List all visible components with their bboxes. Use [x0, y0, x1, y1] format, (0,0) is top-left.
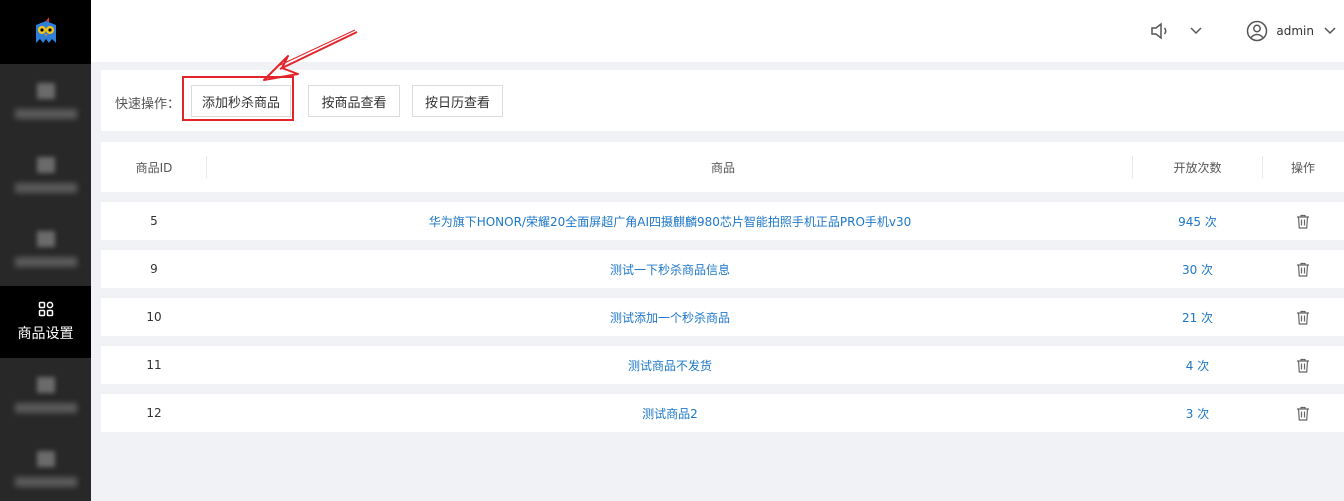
- cell-product-link[interactable]: 测试商品2: [207, 394, 1133, 432]
- trash-icon: [1297, 358, 1309, 373]
- cell-id: 9: [150, 262, 158, 276]
- sidebar: 商品设置: [0, 0, 91, 501]
- trash-icon: [1297, 406, 1309, 421]
- chevron-down-icon: [1324, 27, 1336, 35]
- blurred-label: [14, 109, 77, 119]
- blurred-label: [14, 183, 77, 193]
- blurred-icon: [36, 377, 55, 393]
- table-row: 12 测试商品2 3 次: [101, 394, 1344, 432]
- cell-id: 12: [146, 406, 162, 420]
- quick-actions-label: 快速操作：: [115, 97, 181, 112]
- blurred-label: [14, 403, 77, 413]
- cell-open-count-link[interactable]: 4 次: [1133, 346, 1262, 384]
- blurred-icon: [36, 231, 55, 247]
- trash-icon: [1297, 214, 1309, 229]
- column-header-open-count: 开放次数: [1173, 160, 1222, 175]
- sidebar-item-2[interactable]: [0, 138, 91, 212]
- delete-button[interactable]: [1262, 202, 1344, 240]
- view-by-product-button[interactable]: 按商品查看: [308, 85, 400, 117]
- trash-icon: [1297, 262, 1309, 277]
- table-row: 10 测试添加一个秒杀商品 21 次: [101, 298, 1344, 336]
- username: admin: [1276, 24, 1314, 38]
- grid-icon: [38, 301, 53, 317]
- app-logo[interactable]: [0, 0, 91, 64]
- blurred-icon: [36, 157, 55, 173]
- sidebar-item-3[interactable]: [0, 212, 91, 286]
- cell-open-count-link[interactable]: 945 次: [1133, 202, 1262, 240]
- chevron-down-icon: [1190, 27, 1202, 35]
- cell-open-count-link[interactable]: 30 次: [1133, 250, 1262, 288]
- blurred-label: [14, 477, 77, 487]
- table-row: 9 测试一下秒杀商品信息 30 次: [101, 250, 1344, 288]
- table-header: 商品ID 商品 开放次数 操作: [101, 142, 1344, 192]
- volume-menu[interactable]: [1150, 22, 1202, 40]
- table-row: 11 测试商品不发货 4 次: [101, 346, 1344, 384]
- volume-icon: [1151, 22, 1167, 40]
- blurred-label: [14, 257, 77, 267]
- column-header-id: 商品ID: [135, 160, 173, 175]
- view-by-calendar-button[interactable]: 按日历查看: [412, 85, 503, 117]
- sidebar-item-product-settings[interactable]: 商品设置: [0, 286, 91, 358]
- user-avatar-icon: [1247, 20, 1268, 42]
- column-header-product: 商品: [710, 160, 735, 175]
- annotation-arrow-icon: [263, 29, 358, 81]
- delete-button[interactable]: [1262, 394, 1344, 432]
- blurred-icon: [36, 83, 55, 99]
- cell-product-link[interactable]: 测试商品不发货: [207, 346, 1133, 384]
- cell-product-link[interactable]: 测试添加一个秒杀商品: [207, 298, 1133, 336]
- delete-button[interactable]: [1262, 346, 1344, 384]
- sidebar-item-5[interactable]: [0, 358, 91, 432]
- cell-open-count-link[interactable]: 21 次: [1133, 298, 1262, 336]
- table-row: 5 华为旗下HONOR/荣耀20全面屏超广角AI四摄麒麟980芯片智能拍照手机正…: [101, 202, 1344, 240]
- sidebar-item-label: 商品设置: [17, 326, 74, 342]
- cell-product-link[interactable]: 华为旗下HONOR/荣耀20全面屏超广角AI四摄麒麟980芯片智能拍照手机正品P…: [207, 202, 1133, 240]
- user-menu[interactable]: admin: [1246, 20, 1336, 42]
- cell-product-link[interactable]: 测试一下秒杀商品信息: [207, 250, 1133, 288]
- sidebar-item-6[interactable]: [0, 432, 91, 501]
- trash-icon: [1297, 310, 1309, 325]
- blurred-icon: [36, 451, 55, 467]
- owl-logo-icon: [35, 17, 56, 43]
- delete-button[interactable]: [1262, 298, 1344, 336]
- cell-id: 11: [146, 358, 162, 372]
- cell-id: 5: [150, 214, 158, 228]
- sidebar-item-1[interactable]: [0, 64, 91, 138]
- cell-open-count-link[interactable]: 3 次: [1133, 394, 1262, 432]
- delete-button[interactable]: [1262, 250, 1344, 288]
- column-header-actions: 操作: [1290, 160, 1315, 175]
- cell-id: 10: [146, 310, 162, 324]
